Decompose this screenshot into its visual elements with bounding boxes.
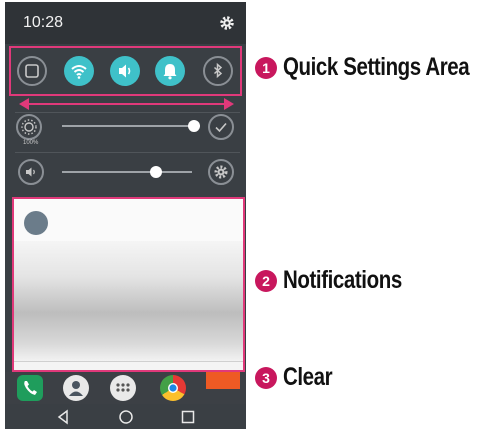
phone-screen: 10:28 100% — [5, 2, 246, 429]
qs-sound-button[interactable] — [110, 56, 140, 86]
apps-icon — [116, 383, 130, 392]
speaker-icon — [119, 64, 131, 78]
qs-notifications-button[interactable] — [155, 56, 185, 86]
navigation-bar — [5, 404, 246, 429]
notification-footer — [14, 361, 243, 370]
callout-notifications: 2 Notifications — [255, 266, 428, 295]
brightness-button[interactable] — [16, 114, 42, 140]
dock-contacts[interactable] — [63, 375, 89, 401]
dock-apps[interactable] — [110, 375, 136, 401]
callout-clear: 3 Clear — [255, 363, 343, 392]
notifications-highlight — [12, 197, 245, 372]
brightness-icon — [21, 119, 37, 135]
callout-text: Notifications — [283, 266, 402, 294]
bell-icon — [163, 64, 177, 80]
avatar — [24, 211, 48, 235]
notification-item[interactable] — [14, 199, 243, 241]
recents-icon[interactable] — [180, 409, 196, 425]
status-bar: 10:28 — [5, 2, 246, 44]
swipe-arrow-icon — [19, 98, 234, 110]
notification-content[interactable] — [14, 241, 243, 361]
callout-text: Clear — [283, 363, 333, 391]
chrome-icon — [168, 383, 178, 393]
gear-icon — [214, 165, 228, 179]
brightness-percent: 100% — [23, 140, 39, 146]
dock-chrome[interactable] — [160, 375, 186, 401]
clear-button[interactable] — [206, 372, 240, 389]
brightness-thumb[interactable] — [188, 120, 200, 132]
callout-number: 2 — [255, 269, 277, 292]
checkmark-icon — [215, 122, 227, 133]
volume-settings-button[interactable] — [208, 159, 234, 185]
qs-bluetooth-button[interactable] — [203, 56, 233, 86]
callout-number: 1 — [255, 56, 277, 79]
volume-track[interactable] — [62, 171, 192, 173]
dock-phone[interactable] — [17, 375, 43, 401]
brightness-track[interactable] — [62, 125, 194, 127]
phone-icon — [24, 381, 37, 395]
divider — [15, 112, 240, 113]
clock: 10:28 — [23, 14, 64, 31]
back-icon[interactable] — [55, 409, 71, 425]
home-icon[interactable] — [118, 409, 134, 425]
divider — [15, 152, 240, 153]
qs-screen-capture-button[interactable] — [17, 56, 47, 86]
contacts-icon — [69, 381, 83, 396]
wifi-icon — [71, 65, 87, 79]
volume-button[interactable] — [18, 159, 44, 185]
qs-wifi-button[interactable] — [64, 56, 94, 86]
square-icon — [25, 64, 39, 78]
bluetooth-icon — [213, 62, 223, 79]
callout-number: 3 — [255, 366, 277, 389]
volume-thumb[interactable] — [149, 166, 162, 178]
gear-icon[interactable] — [218, 14, 236, 32]
speaker-icon — [26, 167, 35, 177]
callout-text: Quick Settings Area — [283, 53, 470, 81]
auto-brightness-toggle[interactable] — [208, 114, 234, 140]
callout-quick-settings: 1 Quick Settings Area — [255, 53, 495, 82]
